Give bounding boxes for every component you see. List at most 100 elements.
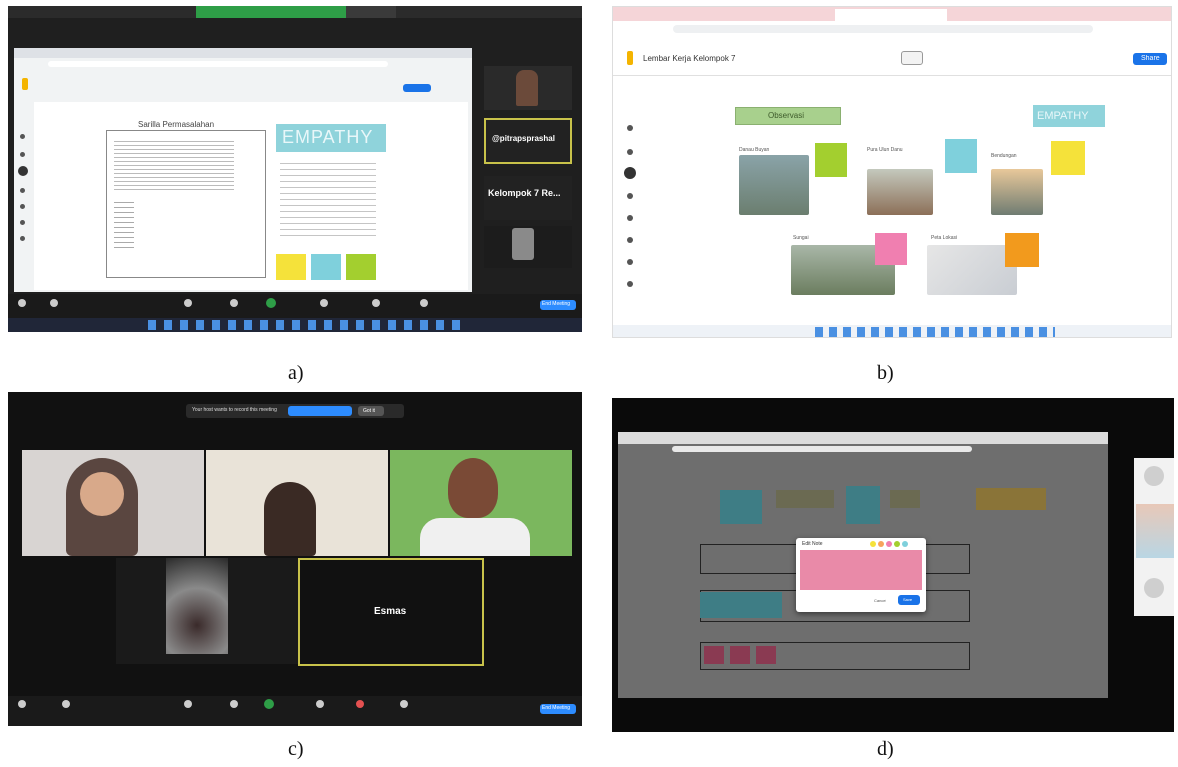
photo-caption-4: Sungai (793, 235, 809, 241)
sticky-note-green[interactable] (815, 143, 847, 177)
eraser-tool-icon[interactable] (20, 152, 25, 157)
participant-tile-3[interactable] (484, 176, 572, 220)
sticky-note-blue-1[interactable] (720, 490, 762, 524)
sticky-note-tool-icon[interactable] (20, 188, 25, 193)
sticky-note-pink-row-2[interactable] (730, 646, 750, 664)
sticky-note-blue[interactable] (945, 139, 977, 173)
empathy-label-box[interactable]: EMPATHY (1033, 105, 1105, 127)
participant-name-3: Kelompok 7 Re... (488, 188, 561, 198)
sticky-note-yellow[interactable] (276, 254, 306, 280)
pen-tool-icon[interactable] (20, 134, 25, 139)
mute-icon[interactable] (18, 700, 26, 708)
caption-c: c) (288, 738, 304, 760)
share-button[interactable] (403, 84, 431, 92)
share-button[interactable]: Share (1133, 53, 1167, 65)
end-meeting-button[interactable]: End Meeting (540, 300, 576, 310)
doc-title: Sarilla Permasalahan (138, 120, 215, 129)
taskbar-app-icons[interactable] (148, 320, 468, 330)
reactions-icon[interactable] (400, 700, 408, 708)
active-speaker-name: Esmas (374, 606, 407, 617)
record-icon[interactable] (320, 299, 328, 307)
chat-icon[interactable] (230, 299, 238, 307)
caption-b: b) (877, 362, 894, 384)
sticky-note-blue[interactable] (311, 254, 341, 280)
share-screen-icon[interactable] (264, 699, 274, 709)
breakout-icon[interactable] (372, 299, 380, 307)
color-swatch-orange[interactable] (878, 541, 884, 547)
sticky-note-olive-1[interactable] (776, 490, 834, 508)
jamboard-logo-icon (627, 51, 633, 65)
browser-tabbar (618, 432, 1108, 444)
sticky-note-teal-row[interactable] (700, 592, 782, 618)
chat-icon[interactable] (230, 700, 238, 708)
sticky-note-pink-row-3[interactable] (756, 646, 776, 664)
address-bar[interactable] (673, 25, 1093, 33)
select-tool-icon[interactable] (624, 167, 636, 179)
photo-temple[interactable] (867, 169, 933, 215)
eraser-tool-icon[interactable] (627, 149, 633, 155)
sticky-note-yellow[interactable] (1051, 141, 1085, 175)
image-tool-icon[interactable] (627, 215, 633, 221)
laser-tool-icon[interactable] (627, 281, 633, 287)
panel-a-zoom-screenshare: Sarilla Permasalahan EMPATHY @pitrapspra… (8, 6, 582, 332)
banner-secondary-button[interactable]: Got it (358, 406, 384, 416)
image-tool-icon[interactable] (20, 204, 25, 209)
pen-tool-icon[interactable] (627, 125, 633, 131)
banner-primary-button[interactable] (288, 406, 352, 416)
taskbar-app-icons[interactable] (815, 327, 1055, 337)
photo-lake[interactable] (739, 155, 809, 215)
banner-text: Your host wants to record this meeting (192, 407, 277, 413)
sticky-note-green[interactable] (346, 254, 376, 280)
participant-photo-2 (1136, 504, 1174, 558)
record-icon[interactable] (316, 700, 324, 708)
empathy-card-title: EMPATHY (282, 127, 374, 147)
mute-icon[interactable] (18, 299, 26, 307)
color-swatch-blue[interactable] (902, 541, 908, 547)
photo-map[interactable] (927, 245, 1017, 295)
doc-text-lines (114, 138, 234, 192)
dialog-cancel-button[interactable]: Cancel (874, 598, 886, 603)
video-icon[interactable] (62, 700, 70, 708)
participants-icon[interactable] (184, 700, 192, 708)
video-icon[interactable] (50, 299, 58, 307)
photo-caption-2: Pura Ulun Danu (867, 147, 903, 153)
textbox-tool-icon[interactable] (627, 259, 633, 265)
shape-tool-icon[interactable] (20, 220, 25, 225)
empathy-notes-text (280, 158, 376, 238)
share-label: Share (1141, 55, 1160, 62)
note-text-area[interactable] (800, 550, 922, 590)
color-swatch-yellow[interactable] (870, 541, 876, 547)
sticky-note-pink-row-1[interactable] (704, 646, 724, 664)
reactions-icon[interactable] (420, 299, 428, 307)
sticky-note-blue-2[interactable] (846, 486, 880, 524)
sticky-note-tool-icon[interactable] (627, 193, 633, 199)
browser-tab-active[interactable] (835, 9, 947, 21)
breakout-icon[interactable] (356, 700, 364, 708)
color-swatch-green[interactable] (894, 541, 900, 547)
end-meeting-button[interactable]: End Meeting (540, 704, 576, 714)
panel-c-zoom-gallery: Your host wants to record this meeting G… (8, 392, 582, 726)
observasi-label: Observasi (768, 111, 805, 120)
dialog-save-label: Save (903, 597, 913, 602)
photo-dam[interactable] (991, 169, 1043, 215)
observasi-label-box[interactable]: Observasi (735, 107, 841, 125)
browser-tabbar (14, 48, 472, 58)
shape-tool-icon[interactable] (627, 237, 633, 243)
share-screen-icon[interactable] (266, 298, 276, 308)
sticky-note-orange[interactable] (1005, 233, 1039, 267)
address-bar[interactable] (672, 446, 972, 452)
textbox-tool-icon[interactable] (20, 236, 25, 241)
caption-d: d) (877, 738, 894, 760)
sticky-note-orange-dim[interactable] (976, 488, 1046, 510)
frame-selector[interactable] (901, 51, 923, 65)
select-tool-icon[interactable] (18, 166, 28, 176)
sticky-note-pink[interactable] (875, 233, 907, 265)
participants-icon[interactable] (184, 299, 192, 307)
sticky-note-olive-2[interactable] (890, 490, 920, 508)
stop-share-button[interactable] (346, 6, 396, 18)
photo-caption-3: Bendungan (991, 153, 1017, 159)
color-swatch-pink[interactable] (886, 541, 892, 547)
dialog-save-button[interactable]: Save (898, 595, 920, 605)
panel-d-note-dialog: Edit Note Cancel Save (612, 398, 1174, 732)
address-bar[interactable] (48, 61, 388, 67)
